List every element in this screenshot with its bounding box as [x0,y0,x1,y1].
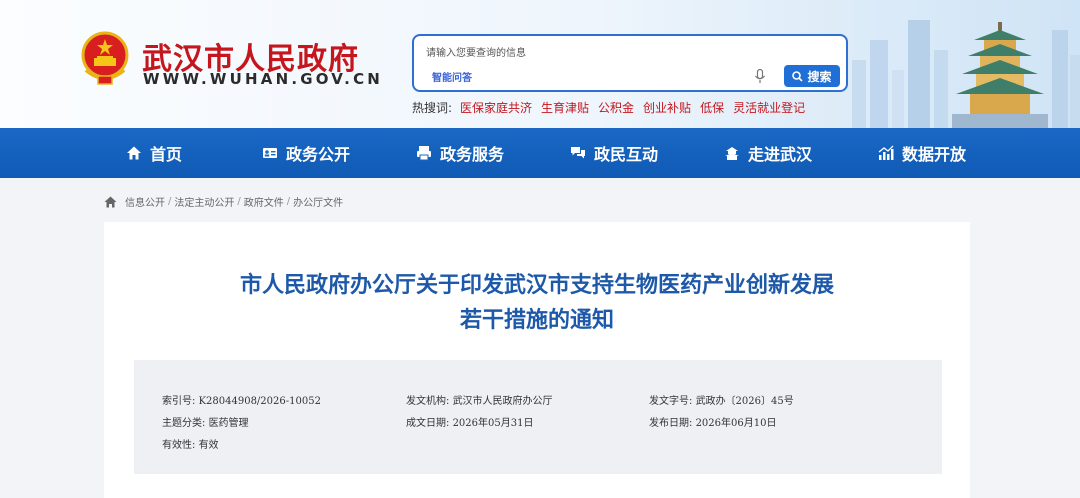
breadcrumb-separator: / [168,196,172,207]
hot-term[interactable]: 创业补贴 [643,99,691,116]
breadcrumb-item[interactable]: 办公厅文件 [293,194,343,209]
home-icon [127,146,141,160]
nav-government-affairs[interactable]: 政务公开 [262,128,350,178]
search-icon [792,70,804,82]
meta-value: K28044908/2026-10052 [198,396,321,407]
national-emblem-icon [81,31,129,85]
hot-search-label: 热搜词: [412,101,453,115]
search-input[interactable]: 请输入您要查询的信息 [426,44,526,59]
hot-term[interactable]: 低保 [700,99,724,116]
meta-label: 发文机构: [406,396,450,407]
main-navbar: 首页 政务公开 政务服务 政民互动 走进武汉 数据开放 [0,128,1080,178]
meta-label: 索引号: [162,396,196,407]
meta-label: 主题分类: [162,418,206,429]
breadcrumb-item[interactable]: 政府文件 [244,194,284,209]
nav-explore-wuhan[interactable]: 走进武汉 [724,128,812,178]
meta-validity: 有效性: 有效 [162,436,219,451]
hot-term[interactable]: 医保家庭共济 [460,99,532,116]
hot-term[interactable]: 公积金 [598,99,634,116]
landmark-icon [725,147,739,160]
meta-index: 索引号: K28044908/2026-10052 [162,392,321,407]
meta-value: 2026年06月10日 [695,418,777,429]
nav-label: 政务公开 [286,145,351,164]
nav-citizen-interaction[interactable]: 政民互动 [570,128,658,178]
meta-doc-number: 发文字号: 武政办〔2026〕45号 [649,392,794,407]
microphone-icon[interactable] [754,69,766,84]
meta-value: 有效 [198,440,219,451]
meta-written-date: 成文日期: 2026年05月31日 [406,414,533,429]
meta-topic: 主题分类: 医药管理 [162,414,249,429]
printer-icon [417,146,431,161]
breadcrumb-separator: / [286,196,291,207]
nav-label: 走进武汉 [748,145,813,164]
nav-home[interactable]: 首页 [126,128,182,178]
breadcrumb-item[interactable]: 法定主动公开 [174,194,234,209]
document-meta-panel: 索引号: K28044908/2026-10052 发文机构: 武汉市人民政府办… [134,360,942,474]
site-header: 武汉市人民政府 WWW.WUHAN.GOV.CN 请输入您要查询的信息 智能问答… [0,0,1080,128]
meta-label: 有效性: [162,440,196,451]
meta-label: 发布日期: [649,418,693,429]
meta-publish-date: 发布日期: 2026年06月10日 [649,414,776,429]
meta-value: 武汉市人民政府办公厅 [452,396,553,407]
nav-open-data[interactable]: 数据开放 [878,128,966,178]
document-title: 市人民政府办公厅关于印发武汉市支持生物医药产业创新发展 若干措施的通知 [104,268,970,338]
document-title-line2: 若干措施的通知 [459,308,614,333]
meta-value: 医药管理 [208,418,249,429]
meta-value: 武政办〔2026〕45号 [695,396,794,407]
search-button-label: 搜索 [807,69,832,84]
breadcrumb-separator: / [237,196,241,207]
chart-icon [878,145,894,160]
yellow-crane-tower-skyline-image [852,20,1080,128]
nav-label: 政务服务 [440,145,505,164]
nav-label: 数据开放 [902,145,967,164]
hot-term[interactable]: 灵活就业登记 [733,99,805,116]
id-card-icon [263,148,277,158]
nav-label: 首页 [150,145,183,164]
smart-qa-link[interactable]: 智能问答 [432,69,472,84]
home-icon[interactable] [104,196,117,208]
hot-search-list: 医保家庭共济 生育津贴 公积金 创业补贴 低保 灵活就业登记 [460,99,805,116]
breadcrumb: 信息公开 / 法定主动公开 / 政府文件 / 办公厅文件 [104,194,343,209]
meta-value: 2026年05月31日 [452,418,534,429]
nav-label: 政民互动 [594,145,659,164]
site-domain: WWW.WUHAN.GOV.CN [143,70,384,88]
breadcrumb-item[interactable]: 信息公开 [125,194,165,209]
chat-icon [571,147,585,159]
hot-term[interactable]: 生育津贴 [541,99,589,116]
search-box[interactable]: 请输入您要查询的信息 智能问答 搜索 [412,34,848,92]
document-title-line1: 市人民政府办公厅关于印发武汉市支持生物医药产业创新发展 [239,273,834,298]
search-button[interactable]: 搜索 [784,65,840,87]
nav-government-services[interactable]: 政务服务 [416,128,504,178]
meta-label: 发文字号: [649,396,693,407]
meta-label: 成文日期: [406,418,450,429]
meta-issuer: 发文机构: 武汉市人民政府办公厅 [406,392,553,407]
